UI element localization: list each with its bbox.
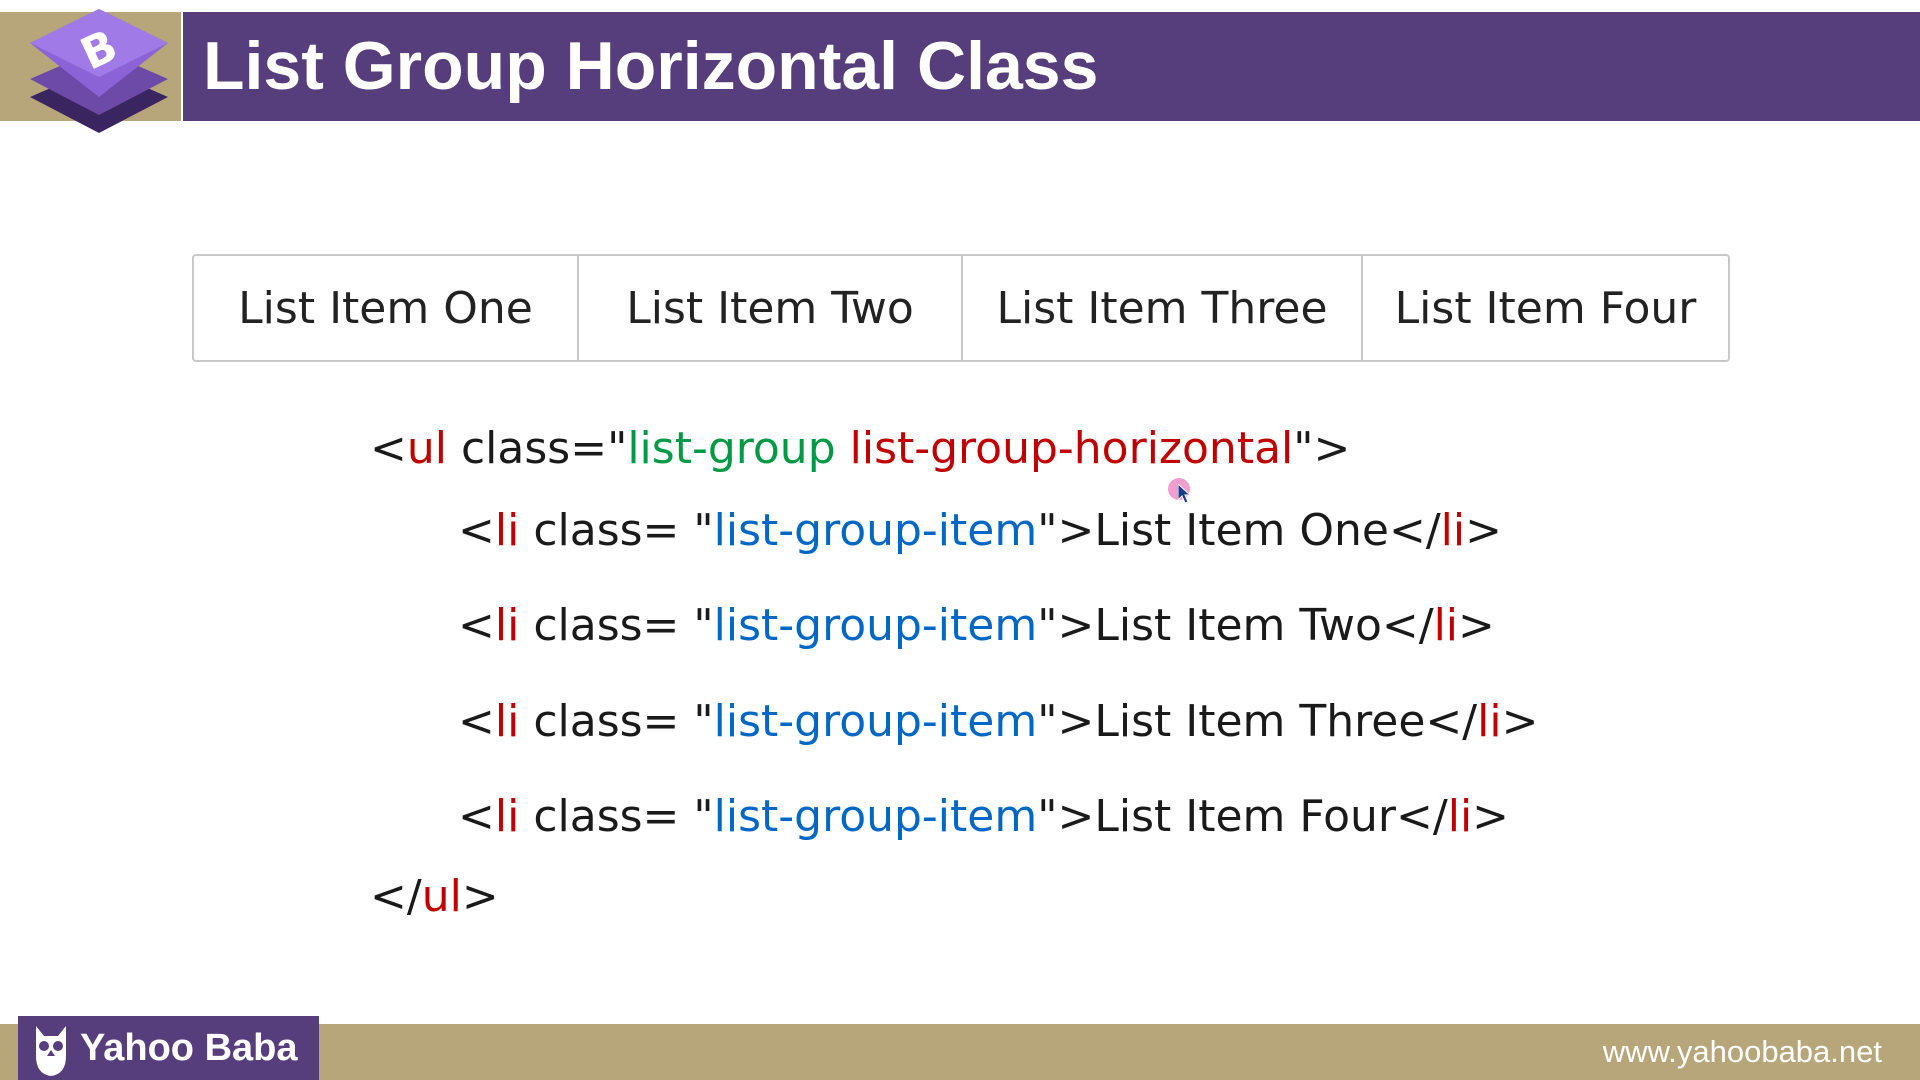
list-group-item: List Item Three <box>963 256 1363 360</box>
mouse-cursor-icon <box>1168 478 1194 504</box>
list-group-item: List Item One <box>194 256 579 360</box>
code-line-ul-open: <ul class="list-group list-group-horizon… <box>370 423 1351 474</box>
website-url: www.yahoobaba.net <box>1602 1034 1882 1069</box>
code-line-li: <li class= "list-group-item">List Item T… <box>458 696 1539 747</box>
brand-name: Yahoo Baba <box>80 1027 298 1069</box>
list-group-horizontal: List Item One List Item Two List Item Th… <box>192 254 1730 362</box>
code-line-li: <li class= "list-group-item">List Item F… <box>458 791 1510 842</box>
code-line-li: <li class= "list-group-item">List Item O… <box>458 505 1502 556</box>
list-group-item: List Item Four <box>1394 282 1697 334</box>
list-group-item: List Item Two <box>579 256 963 360</box>
code-line-ul-close: </ul> <box>370 871 499 922</box>
code-line-li: <li class= "list-group-item">List Item T… <box>458 600 1495 651</box>
bootstrap-logo-icon: B <box>30 9 168 133</box>
footer-brand: Yahoo Baba <box>18 1016 319 1080</box>
owl-icon <box>36 1026 66 1076</box>
page-title: List Group Horizontal Class <box>203 28 1099 104</box>
